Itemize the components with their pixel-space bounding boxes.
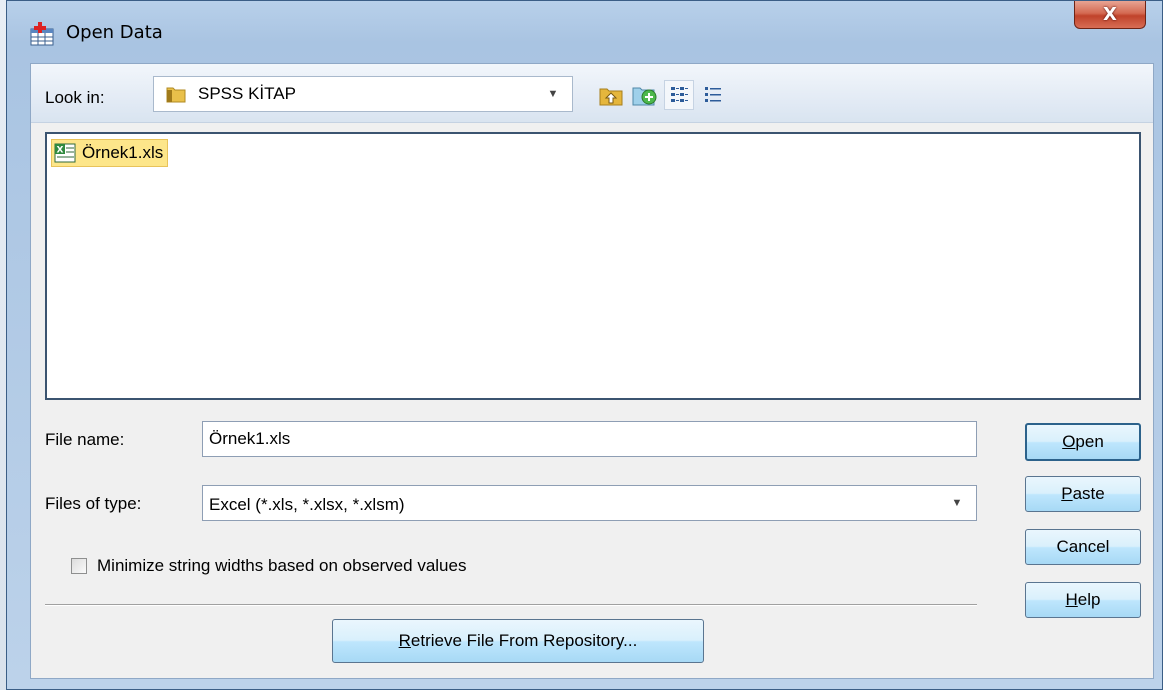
look-in-value: SPSS KİTAP bbox=[198, 84, 296, 103]
new-folder-button[interactable] bbox=[630, 80, 660, 110]
paste-button-label: Paste bbox=[1061, 484, 1105, 503]
separator bbox=[45, 604, 977, 606]
file-name-label: Örnek1.xls bbox=[82, 143, 164, 162]
open-data-dialog: Open Data X Look in: SPSS KİTAP ▼ X Örne… bbox=[6, 0, 1163, 690]
list-view-button[interactable] bbox=[664, 80, 694, 110]
retrieve-button-label: Retrieve File From Repository... bbox=[398, 631, 638, 650]
retrieve-from-repository-button[interactable]: Retrieve File From Repository... bbox=[332, 619, 704, 663]
minimize-string-widths-checkbox[interactable] bbox=[71, 558, 87, 574]
files-of-type-label: Files of type: bbox=[45, 494, 142, 513]
look-in-label: Look in: bbox=[45, 88, 105, 107]
up-folder-button[interactable] bbox=[596, 80, 626, 110]
svg-text:X: X bbox=[57, 146, 64, 156]
window-title: Open Data bbox=[66, 22, 163, 43]
excel-file-icon: X bbox=[54, 143, 76, 163]
new-folder-icon bbox=[632, 87, 657, 106]
open-button-label: Open bbox=[1062, 432, 1104, 451]
close-icon: X bbox=[1103, 4, 1117, 25]
details-view-icon bbox=[705, 87, 721, 102]
title-bar[interactable]: Open Data X bbox=[7, 1, 1162, 63]
open-button[interactable]: Open bbox=[1025, 423, 1141, 461]
close-button[interactable]: X bbox=[1074, 1, 1146, 29]
files-of-type-value: Excel (*.xls, *.xlsx, *.xlsm) bbox=[209, 495, 405, 514]
minimize-string-widths-label: Minimize string widths based on observed… bbox=[97, 556, 467, 575]
look-in-combo[interactable]: SPSS KİTAP ▼ bbox=[153, 76, 573, 112]
cancel-button[interactable]: Cancel bbox=[1025, 529, 1141, 565]
toolbar-icons bbox=[596, 80, 728, 110]
help-button-label: Help bbox=[1065, 590, 1101, 609]
folder-icon bbox=[166, 87, 186, 103]
file-list[interactable]: X Örnek1.xls bbox=[45, 132, 1141, 400]
spss-data-icon bbox=[30, 22, 54, 46]
file-name-label: File name: bbox=[45, 430, 125, 449]
details-view-button[interactable] bbox=[698, 80, 728, 110]
list-item[interactable]: X Örnek1.xls bbox=[51, 139, 169, 167]
minimize-string-widths-option[interactable]: Minimize string widths based on observed… bbox=[71, 556, 466, 576]
paste-button[interactable]: Paste bbox=[1025, 476, 1141, 512]
file-name-input[interactable] bbox=[202, 421, 977, 457]
dialog-body: Look in: SPSS KİTAP ▼ X Örnek1.xls File … bbox=[30, 63, 1154, 679]
look-in-bar: Look in: SPSS KİTAP ▼ bbox=[31, 64, 1153, 123]
chevron-down-icon[interactable]: ▼ bbox=[534, 77, 572, 111]
list-view-icon bbox=[671, 87, 688, 102]
chevron-down-icon[interactable]: ▼ bbox=[938, 486, 976, 520]
help-button[interactable]: Help bbox=[1025, 582, 1141, 618]
cancel-button-label: Cancel bbox=[1056, 537, 1110, 556]
up-folder-icon bbox=[599, 88, 623, 106]
files-of-type-select[interactable]: Excel (*.xls, *.xlsx, *.xlsm) ▼ bbox=[202, 485, 977, 521]
